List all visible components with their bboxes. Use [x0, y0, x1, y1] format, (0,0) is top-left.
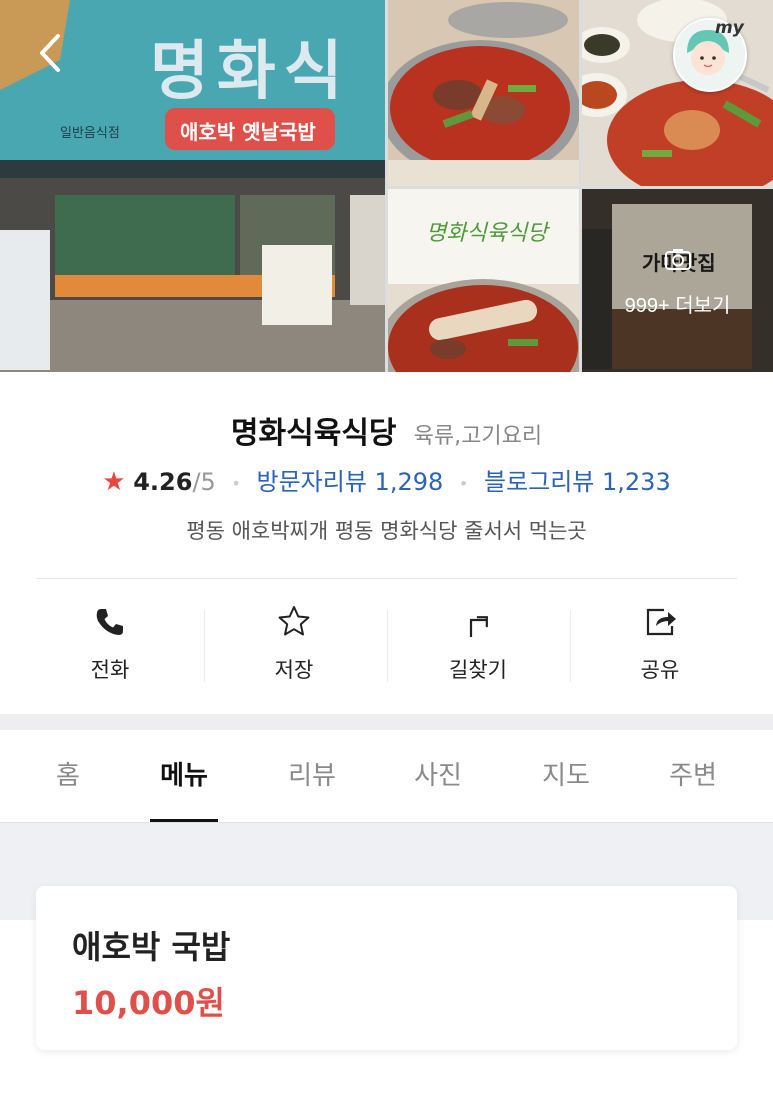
action-separator: [387, 610, 388, 682]
tab-photos[interactable]: 사진: [383, 730, 493, 822]
logo-bowl-photo[interactable]: 명화식육식당: [388, 189, 579, 372]
rating-value: 4.26: [133, 468, 193, 496]
tab-map[interactable]: 지도: [511, 730, 621, 822]
rating-row: ★ 4.26/5 • 방문자리뷰 1,298 • 블로그리뷰 1,233: [0, 462, 773, 497]
sign-small-text: 일반음식점: [60, 126, 120, 141]
visitor-reviews-link[interactable]: 방문자리뷰 1,298: [257, 468, 444, 496]
action-bar: 전화 저장 길찾기 공유: [0, 598, 773, 688]
more-photos-label: 999+ 더보기: [624, 295, 731, 317]
action-separator: [204, 610, 205, 682]
tab-nearby[interactable]: 주변: [638, 730, 748, 822]
tab-bar: 홈 메뉴 리뷰 사진 지도 주변: [0, 730, 773, 823]
camera-icon: [664, 247, 692, 275]
more-photos-button[interactable]: 999+ 더보기: [582, 189, 773, 372]
action-label: 길찾기: [449, 658, 507, 682]
section-band: [0, 714, 773, 730]
blog-reviews-link[interactable]: 블로그리뷰 1,233: [484, 468, 671, 496]
tab-home[interactable]: 홈: [13, 730, 123, 822]
menu-item-card[interactable]: 애호박 국밥 10,000원: [36, 886, 737, 1050]
my-profile-button[interactable]: my: [673, 18, 747, 92]
restaurant-script-text: 명화식육식당: [426, 221, 548, 246]
rating-star-icon: ★: [102, 467, 126, 497]
share-button[interactable]: 공유: [580, 598, 740, 688]
menu-item-name: 애호박 국밥: [72, 928, 231, 966]
call-button[interactable]: 전화: [30, 598, 190, 688]
title-row: 명화식육식당 육류,고기요리: [0, 408, 773, 452]
rating-max: /5: [192, 468, 216, 496]
tab-reviews[interactable]: 리뷰: [257, 730, 367, 822]
star-icon: [276, 604, 312, 640]
active-tab-indicator: [150, 819, 218, 822]
stew-photo[interactable]: [388, 0, 579, 186]
my-label: my: [715, 18, 744, 38]
share-icon: [642, 604, 678, 640]
directions-button[interactable]: 길찾기: [398, 598, 558, 688]
photo-gallery: 명화식 애호박 옛날국밥 일반음식점 명화식육식당 가마맛집 999+ 더보기 …: [0, 0, 773, 372]
place-name: 명화식육식당: [230, 416, 397, 451]
back-arrow-icon: [30, 34, 70, 82]
sign-main-text: 명화식: [150, 34, 351, 109]
separator-dot: •: [231, 473, 241, 493]
place-description: 평동 애호박찌개 평동 명화식당 줄서서 먹는곳: [186, 519, 587, 543]
save-button[interactable]: 저장: [214, 598, 374, 688]
action-label: 전화: [90, 658, 130, 682]
action-separator: [570, 610, 571, 682]
phone-icon: [92, 604, 128, 640]
back-button[interactable]: [30, 28, 70, 78]
divider: [36, 578, 737, 579]
place-category: 육류,고기요리: [413, 424, 543, 449]
menu-item-price: 10,000원: [72, 984, 225, 1022]
sign-sub-text: 애호박 옛날국밥: [180, 120, 316, 144]
directions-icon: [460, 604, 496, 640]
action-label: 저장: [274, 658, 314, 682]
separator-dot: •: [458, 473, 469, 493]
action-label: 공유: [640, 658, 680, 682]
tab-menu[interactable]: 메뉴: [129, 730, 239, 822]
